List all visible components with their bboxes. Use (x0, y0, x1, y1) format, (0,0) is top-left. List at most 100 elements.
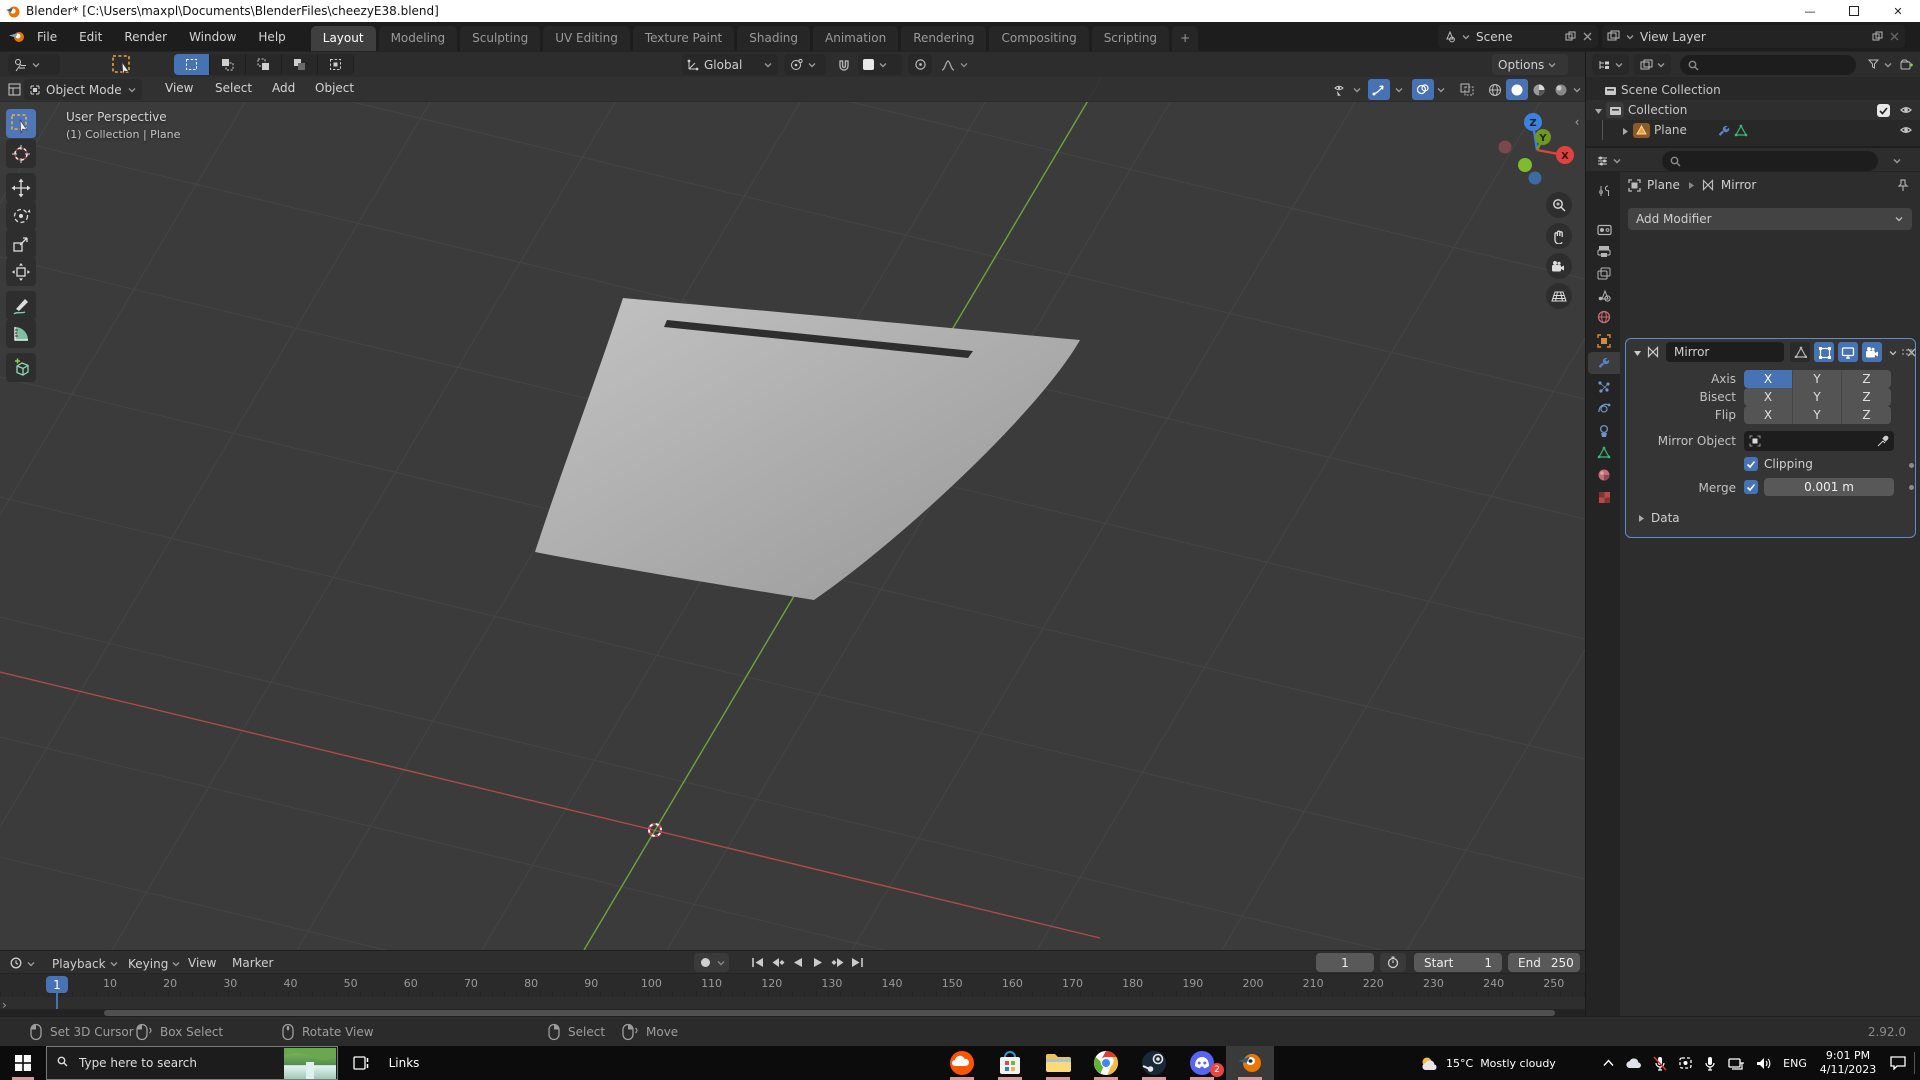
viewport-3d[interactable]: Object Mode View Select Add Object User … (0, 77, 1585, 950)
show-gizmo-toggle[interactable] (1368, 79, 1390, 100)
taskbar-app-file-explorer[interactable] (1034, 1046, 1082, 1080)
tool-select-box[interactable] (6, 109, 36, 138)
proportional-falloff-dropdown[interactable] (936, 54, 980, 75)
select-mode-intersect[interactable] (318, 54, 354, 75)
workspace-tab[interactable]: Animation (813, 26, 899, 51)
keying-menu[interactable]: Keying (122, 953, 186, 974)
blender-menu-icon[interactable] (8, 30, 26, 44)
current-frame-field[interactable]: 1 (1316, 953, 1374, 972)
flip-x-button[interactable]: X (1744, 406, 1793, 424)
timeline-view-menu[interactable]: View (188, 956, 216, 970)
tool-transform[interactable] (6, 257, 36, 286)
remove-view-layer-icon[interactable] (1889, 31, 1900, 42)
workspace-tab[interactable]: Compositing (989, 26, 1089, 51)
tab-modifiers[interactable] (1588, 352, 1620, 374)
tab-particles[interactable] (1588, 376, 1620, 398)
axis-z-button[interactable]: Z (1842, 370, 1891, 388)
select-mode-new[interactable] (174, 54, 210, 75)
workspace-tab[interactable]: Modeling (378, 26, 458, 51)
jump-to-end-button[interactable] (848, 953, 867, 971)
taskbar-app-blender[interactable] (1226, 1046, 1274, 1080)
tab-texture[interactable] (1588, 486, 1620, 508)
transform-orientation-dropdown[interactable]: Global (682, 54, 778, 75)
tab-tool[interactable] (1588, 180, 1620, 202)
tab-material[interactable] (1588, 464, 1620, 486)
menu-item[interactable]: Edit (68, 30, 113, 44)
playback-menu[interactable]: Playback (46, 953, 124, 974)
modifier-edit-mode-toggle[interactable] (1814, 342, 1834, 362)
outliner-filter-dropdown[interactable] (1862, 54, 1898, 75)
expand-triangle-icon[interactable] (1593, 106, 1602, 115)
maximize-button[interactable] (1832, 0, 1876, 22)
action-center-icon[interactable] (1884, 1046, 1912, 1080)
select-menu[interactable]: Select (215, 81, 252, 95)
tab-render[interactable] (1588, 218, 1620, 240)
shading-material-button[interactable] (1528, 79, 1550, 100)
tab-scene[interactable] (1588, 284, 1620, 306)
data-subpanel-header[interactable]: Data (1636, 511, 1680, 525)
chevron-down-icon[interactable] (1352, 85, 1362, 95)
workspace-tab[interactable]: Rendering (901, 26, 987, 51)
volume-icon[interactable] (1750, 1046, 1778, 1080)
taskbar-app-chrome[interactable] (1082, 1046, 1130, 1080)
bisect-z-button[interactable]: Z (1842, 388, 1891, 406)
menu-item[interactable]: Help (247, 30, 296, 44)
tool-annotate[interactable] (6, 291, 36, 320)
tool-add-cube[interactable] (6, 353, 36, 382)
jump-to-start-button[interactable] (748, 953, 767, 971)
snap-target-dropdown[interactable] (858, 54, 902, 75)
pivot-point-dropdown[interactable] (784, 54, 826, 75)
minimize-button[interactable]: — (1788, 0, 1832, 22)
start-button[interactable] (0, 1046, 46, 1080)
scene-selector[interactable]: Scene (1438, 25, 1598, 48)
language-indicator[interactable]: ENG (1778, 1046, 1812, 1080)
workspace-tab[interactable]: Scripting (1091, 26, 1170, 51)
options-dropdown[interactable]: Options (1492, 54, 1568, 75)
outliner-row-scene-collection[interactable]: Scene Collection (1586, 80, 1920, 100)
flip-y-button[interactable]: Y (1793, 406, 1842, 424)
active-tool-dropdown[interactable] (8, 54, 60, 75)
tool-fallback-select-box[interactable] (106, 54, 140, 76)
modifier-name-field[interactable]: Mirror (1666, 342, 1784, 362)
merge-threshold-field[interactable]: 0.001 m (1764, 478, 1894, 496)
view-menu[interactable]: View (165, 81, 193, 95)
modifier-realtime-toggle[interactable] (1838, 342, 1858, 362)
outliner-row-plane[interactable]: Plane (1586, 120, 1920, 140)
clipping-checkbox[interactable] (1744, 457, 1758, 471)
search-highlight-image[interactable] (284, 1048, 336, 1079)
play-button[interactable] (808, 953, 827, 971)
collapse-triangle-icon[interactable] (1632, 348, 1641, 357)
hide-eye-icon[interactable] (1900, 124, 1913, 136)
sidebar-collapse-arrow[interactable]: ‹ (1570, 113, 1584, 131)
viewport-editor-type-button[interactable] (4, 79, 26, 100)
bisect-y-button[interactable]: Y (1793, 388, 1842, 406)
pin-icon[interactable] (1896, 179, 1910, 192)
shading-wireframe-button[interactable] (1484, 79, 1506, 100)
show-overlays-toggle[interactable] (1412, 79, 1434, 100)
taskbar-app-discord[interactable]: 2 (1178, 1046, 1226, 1080)
start-frame-field[interactable]: Start 1 (1414, 953, 1502, 972)
tool-scale[interactable] (6, 229, 36, 258)
use-preview-range-button[interactable] (1380, 953, 1406, 972)
network-icon[interactable] (1722, 1046, 1750, 1080)
zoom-button[interactable] (1546, 192, 1572, 218)
outliner-row-collection[interactable]: Collection (1586, 100, 1920, 120)
timeline-marker-menu[interactable]: Marker (232, 956, 273, 970)
tab-output[interactable] (1588, 240, 1620, 262)
prev-keyframe-button[interactable] (768, 953, 787, 971)
gizmo-neg-z[interactable] (1528, 171, 1542, 185)
screen-snip-icon[interactable] (1672, 1046, 1698, 1080)
tab-world[interactable] (1588, 306, 1620, 328)
timeline-editor-type-button[interactable] (4, 953, 41, 974)
select-mode-invert[interactable] (282, 54, 318, 75)
breadcrumb-modifier[interactable]: Mirror (1721, 178, 1756, 192)
add-modifier-button[interactable]: Add Modifier (1628, 208, 1912, 230)
proportional-editing-toggle[interactable] (908, 54, 932, 75)
plane-mesh-object[interactable] (535, 298, 1080, 600)
tab-physics[interactable] (1588, 398, 1620, 420)
tab-view-layer[interactable] (1588, 262, 1620, 284)
taskbar-clock[interactable]: 9:01 PM 4/11/2023 (1816, 1046, 1880, 1080)
new-view-layer-icon[interactable] (1872, 31, 1884, 42)
select-mode-extend[interactable] (210, 54, 246, 75)
collection-checkbox[interactable] (1877, 103, 1890, 117)
